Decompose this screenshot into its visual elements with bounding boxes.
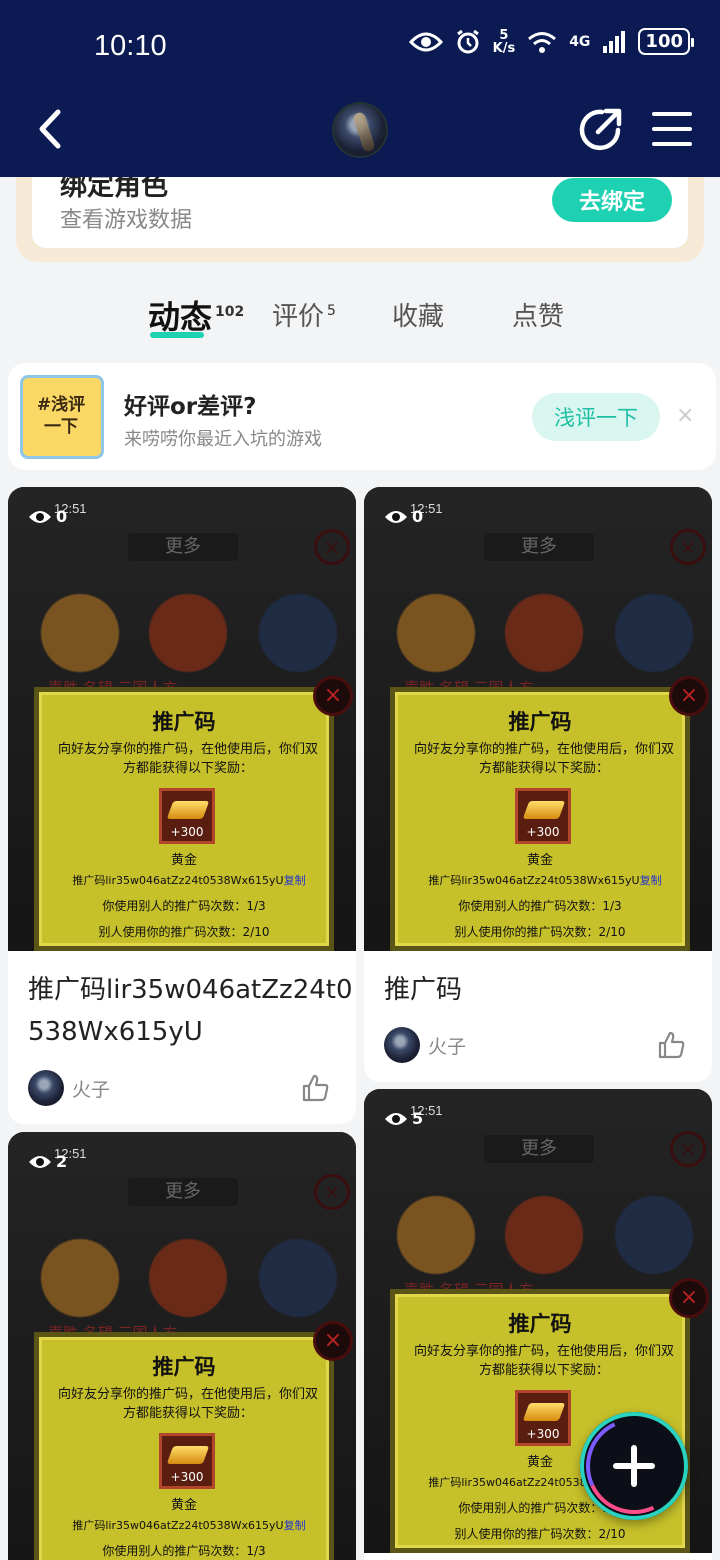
avatar (384, 1027, 420, 1063)
gold-reward-name: 黄金 (170, 1498, 197, 1513)
network-type: 4G (569, 33, 591, 50)
eye-icon (29, 510, 51, 523)
screenshot-close-icon: × (670, 1131, 706, 1167)
battery-indicator: 100 (638, 28, 694, 55)
review-prompt-card: #浅评一下 好评or差评? 来唠唠你最近入坑的游戏 浅评一下 × (8, 363, 716, 470)
screenshot-more-label: 更多 (484, 1135, 594, 1163)
tab-posts-count: 102 (215, 304, 245, 321)
write-review-button[interactable]: 浅评一下 (532, 393, 660, 441)
avatar (28, 1070, 64, 1106)
post-card[interactable]: 12:51 更多 × 声胜 名望 三国人方 × 推广码 向好友分享你的推广码，在… (8, 1132, 356, 1560)
promo-code-line: 推广码lir35w046atZz24t0538Wx615yU复制 (72, 874, 306, 887)
promo-code-line: 推广码lir35w046atZz24t0538Wx615yU复制 (72, 1519, 306, 1532)
post-card[interactable]: 12:51 更多 × 声胜 名望 三国人方 × 推广码 向好友分享你的推广码，在… (364, 487, 712, 1082)
panel-description: 向好友分享你的推广码，在他使用后，你们双方都能获得以下奖励： (57, 1387, 318, 1421)
post-title[interactable]: 推广码lir35w046atZz24t0538Wx615yU (28, 969, 356, 1053)
gold-reward-name: 黄金 (526, 853, 553, 868)
panel-description: 向好友分享你的推广码，在他使用后，你们双方都能获得以下奖励： (413, 742, 674, 776)
review-prompt-subtitle: 来唠唠你最近入坑的游戏 (124, 429, 322, 450)
view-count: 0 (28, 507, 67, 526)
promo-code-panel: × 推广码 向好友分享你的推广码，在他使用后，你们双方都能获得以下奖励： +30… (34, 1321, 353, 1560)
panel-title: 推广码 (508, 710, 572, 734)
chevron-left-icon (39, 109, 61, 149)
tab-reviews-count: 5 (327, 303, 336, 320)
eye-icon (385, 1112, 407, 1125)
active-tab-indicator (150, 332, 204, 338)
bind-subtitle: 查看游戏数据 (60, 208, 193, 233)
others-usage-count: 别人使用你的推广码次数：2/10 (98, 925, 270, 939)
post-card[interactable]: 12:51 更多 × 声胜 名望 三国人方 × 推广码 向好友分享你的推广码，在… (8, 487, 356, 1124)
review-badge-icon: #浅评一下 (20, 375, 104, 459)
post-author[interactable]: 火子 (384, 1027, 466, 1063)
promo-code-panel: × 推广码 向好友分享你的推广码，在他使用后，你们双方都能获得以下奖励： +30… (390, 676, 709, 951)
screenshot-more-label: 更多 (484, 533, 594, 561)
promo-code-panel: × 推广码 向好友分享你的推广码，在他使用后，你们双方都能获得以下奖励： +30… (34, 676, 353, 951)
panel-title: 推广码 (508, 1312, 572, 1336)
create-post-button[interactable] (572, 1404, 696, 1528)
post-screenshot[interactable]: 12:51 更多 × 声胜 名望 三国人方 × 推广码 向好友分享你的推广码，在… (8, 487, 356, 951)
post-author[interactable]: 火子 (28, 1070, 110, 1106)
gold-reward-icon: +300 (515, 788, 571, 844)
status-time: 10:10 (94, 30, 167, 62)
thumbs-up-icon[interactable] (300, 1073, 330, 1103)
game-avatar[interactable] (332, 102, 388, 158)
screenshot-close-icon: × (670, 529, 706, 565)
screenshot-more-label: 更多 (128, 1178, 238, 1206)
tab-reviews[interactable]: 评价 5 (272, 296, 336, 333)
panel-title: 推广码 (152, 710, 216, 734)
panel-description: 向好友分享你的推广码，在他使用后，你们双方都能获得以下奖励： (57, 742, 318, 776)
gold-reward-icon: +300 (515, 1390, 571, 1446)
self-usage-count: 你使用别人的推广码次数：1/3 (102, 1544, 266, 1558)
screenshot-close-icon: × (314, 1174, 350, 1210)
view-count: 0 (384, 507, 423, 526)
view-count: 2 (28, 1152, 67, 1171)
gold-reward-name: 黄金 (170, 853, 197, 868)
screenshot-close-icon: × (314, 529, 350, 565)
self-usage-count: 你使用别人的推广码次数：1/3 (458, 899, 622, 913)
view-count: 5 (384, 1109, 423, 1128)
others-usage-count: 别人使用你的推广码次数：2/10 (454, 925, 626, 939)
post-screenshot[interactable]: 12:51 更多 × 声胜 名望 三国人方 × 推广码 向好友分享你的推广码，在… (364, 487, 712, 951)
thumbs-up-icon[interactable] (656, 1030, 686, 1060)
review-prompt-title: 好评or差评? (124, 394, 257, 420)
screenshot-more-label: 更多 (128, 533, 238, 561)
share-icon (579, 108, 622, 151)
panel-description: 向好友分享你的推广码，在他使用后，你们双方都能获得以下奖励： (413, 1344, 674, 1378)
net-speed: 5 K/s (492, 27, 516, 56)
alarm-icon (456, 29, 479, 53)
promo-code-line: 推广码lir35w046atZz24t0538Wx615yU复制 (428, 874, 662, 887)
others-usage-count: 别人使用你的推广码次数：2/10 (454, 1527, 626, 1541)
eye-icon (385, 510, 407, 523)
author-name: 火子 (428, 1035, 467, 1058)
menu-button[interactable] (652, 112, 692, 146)
status-icons: 5 K/s 4G 100 (408, 27, 694, 56)
panel-title: 推广码 (152, 1355, 216, 1379)
share-button[interactable] (578, 106, 624, 152)
tab-favorites[interactable]: 收藏 (392, 296, 444, 333)
gold-reward-icon: +300 (159, 1433, 215, 1489)
content-tabs: 动态 102 评价 5 收藏 点赞 (0, 290, 720, 350)
tab-likes[interactable]: 点赞 (512, 296, 564, 333)
signal-icon (603, 30, 626, 53)
wifi-icon (528, 31, 557, 53)
gold-reward-icon: +300 (159, 788, 215, 844)
menu-icon (652, 112, 692, 116)
post-title[interactable]: 推广码 (384, 969, 462, 1011)
eye-icon (29, 1155, 51, 1168)
post-screenshot[interactable]: 12:51 更多 × 声胜 名望 三国人方 × 推广码 向好友分享你的推广码，在… (8, 1132, 356, 1560)
back-button[interactable] (30, 107, 70, 151)
author-name: 火子 (72, 1078, 111, 1101)
bind-button[interactable]: 去绑定 (552, 178, 672, 222)
top-header: 10:10 5 K/s 4G 100 (0, 0, 720, 177)
eye-icon (408, 32, 443, 51)
self-usage-count: 你使用别人的推广码次数：1/3 (102, 899, 266, 913)
close-icon[interactable]: × (676, 403, 694, 428)
